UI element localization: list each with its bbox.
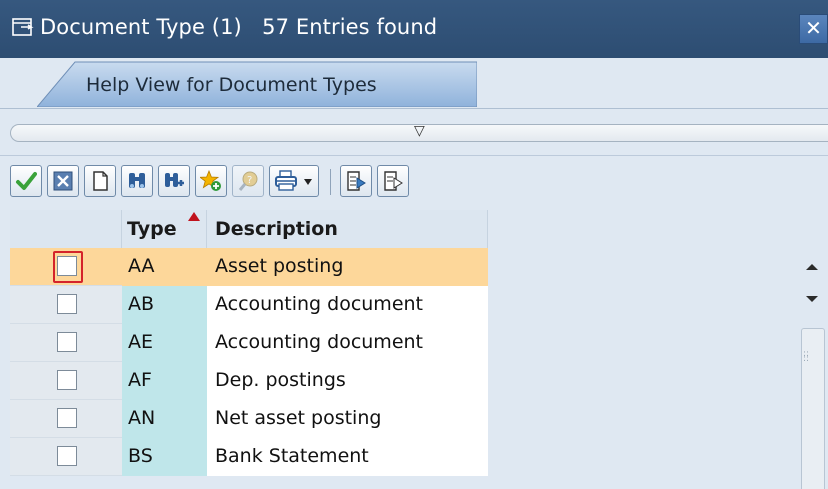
tab-help-view[interactable]: Help View for Document Types	[37, 61, 477, 107]
print-button[interactable]	[269, 165, 319, 197]
type-cell: BS	[128, 445, 153, 467]
help-button[interactable]: ?	[232, 165, 264, 197]
window-title: Document Type (1) 57 Entries found	[40, 15, 438, 39]
add-favorite-button[interactable]	[195, 165, 227, 197]
find-next-button[interactable]	[158, 165, 190, 197]
favorite-add-icon	[200, 170, 221, 191]
column-header-label: Type	[127, 218, 177, 240]
row-checkbox[interactable]	[57, 332, 77, 352]
vertical-scrollbar[interactable]: ::::	[794, 248, 828, 489]
row-selector[interactable]	[10, 286, 122, 324]
import-button[interactable]	[377, 165, 409, 197]
cancel-button[interactable]	[47, 165, 79, 197]
print-icon	[275, 170, 297, 191]
table-row[interactable]: AB Accounting document	[10, 286, 488, 324]
new-document-icon	[93, 171, 108, 191]
close-button[interactable]: ✕	[799, 14, 828, 44]
dropdown-arrow-icon[interactable]	[304, 179, 312, 185]
grip-icon: ::::	[803, 349, 810, 364]
description-cell: Bank Statement	[215, 445, 369, 467]
find-button[interactable]	[121, 165, 153, 197]
column-header-label: Description	[215, 218, 338, 240]
row-selector[interactable]	[10, 438, 122, 476]
sort-ascending-icon	[188, 212, 200, 221]
collapse-splitter[interactable]: ▽	[10, 123, 828, 142]
import-icon	[384, 171, 403, 191]
find-next-icon	[165, 173, 184, 187]
type-cell: AE	[128, 331, 154, 353]
export-icon	[347, 171, 366, 191]
table-row[interactable]: AE Accounting document	[10, 324, 488, 362]
cancel-icon	[53, 171, 73, 191]
toolbar-separator	[330, 169, 331, 195]
selection-column-header	[10, 210, 122, 248]
type-cell: AF	[128, 369, 152, 391]
row-checkbox[interactable]	[57, 446, 77, 466]
description-cell: Accounting document	[215, 293, 423, 315]
row-selector[interactable]	[10, 400, 122, 438]
continue-button[interactable]	[10, 165, 42, 197]
type-cell: AN	[128, 407, 156, 429]
collapse-arrow-icon[interactable]: ▽	[414, 123, 425, 139]
type-cell: AA	[128, 255, 155, 277]
toolbar: ?	[0, 155, 828, 208]
export-button[interactable]	[340, 165, 372, 197]
svg-text:?: ?	[247, 175, 252, 186]
description-cell: Asset posting	[215, 255, 344, 277]
tab-label: Help View for Document Types	[86, 74, 377, 96]
focus-indicator	[53, 251, 83, 283]
find-icon	[129, 173, 145, 188]
title-bar: Document Type (1) 57 Entries found ✕	[0, 0, 828, 58]
row-checkbox[interactable]	[57, 408, 77, 428]
scroll-down-icon[interactable]	[800, 286, 824, 312]
row-selector[interactable]	[10, 248, 122, 286]
window-menu-icon[interactable]	[12, 17, 34, 39]
row-checkbox[interactable]	[57, 294, 77, 314]
table-row[interactable]: AA Asset posting	[10, 248, 488, 286]
row-checkbox[interactable]	[57, 370, 77, 390]
column-header-type[interactable]: Type	[122, 210, 207, 248]
row-selector[interactable]	[10, 324, 122, 362]
help-icon: ?	[238, 171, 258, 191]
table-row[interactable]: AN Net asset posting	[10, 400, 488, 438]
table-row[interactable]: BS Bank Statement	[10, 438, 488, 479]
scroll-up-icon[interactable]	[800, 254, 824, 280]
checkmark-icon	[16, 172, 37, 190]
type-cell: AB	[128, 293, 155, 315]
description-cell: Accounting document	[215, 331, 423, 353]
column-header-description[interactable]: Description	[207, 210, 488, 248]
new-button[interactable]	[84, 165, 116, 197]
description-cell: Dep. postings	[215, 369, 346, 391]
row-selector[interactable]	[10, 362, 122, 400]
description-cell: Net asset posting	[215, 407, 382, 429]
table-row[interactable]: AF Dep. postings	[10, 362, 488, 400]
